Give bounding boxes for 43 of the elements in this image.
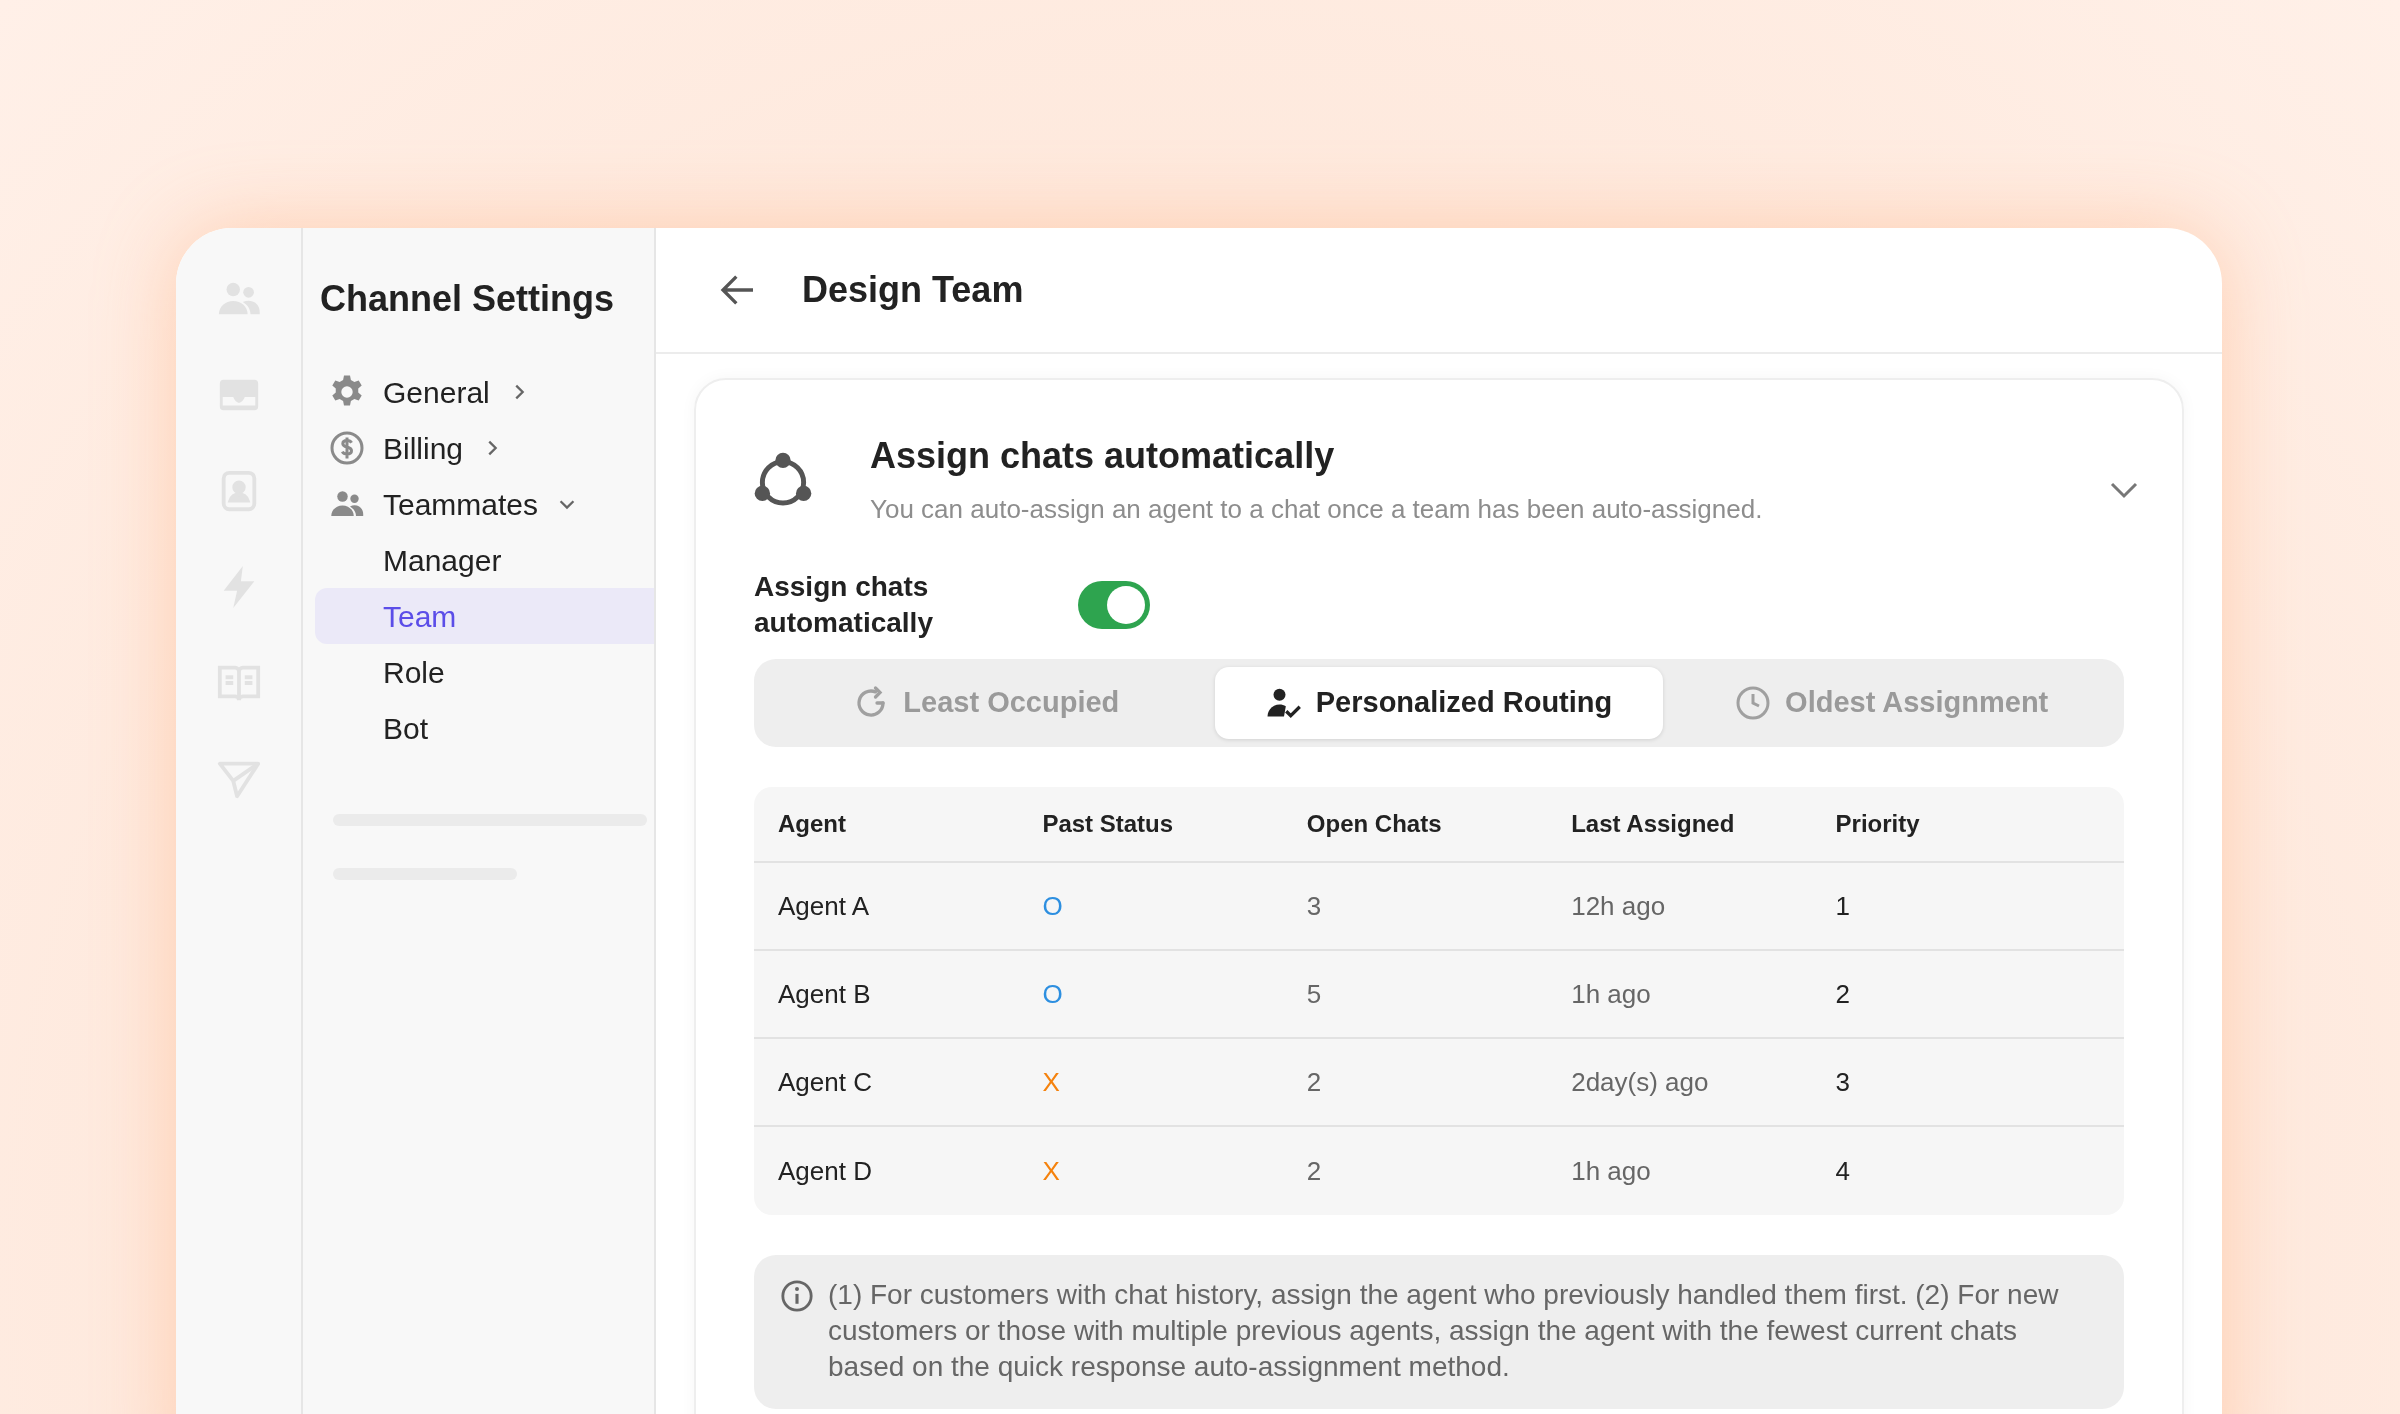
table-cell-text: 2 [1306, 1154, 1323, 1188]
column-header: Priority [1835, 809, 1921, 839]
sidebar-item[interactable]: Role [315, 644, 654, 700]
table-cell-text: 1 [1835, 889, 1852, 923]
table-cell-text: 2day(s) ago [1571, 1065, 1710, 1099]
table-cell-text: 1h ago [1571, 1154, 1652, 1188]
column-header: Past Status [1042, 809, 1175, 839]
sidebar-item[interactable]: Team [315, 588, 654, 644]
table-cell-text: Agent A [778, 889, 871, 923]
table-cell-text: 2 [1835, 977, 1852, 1011]
table-cell-text: Agent B [778, 977, 872, 1011]
card-title: Assign chats automatically [870, 434, 1336, 478]
sidebar-item[interactable]: Bot [315, 700, 654, 756]
clock-icon [1735, 685, 1772, 721]
table-cell-text: 3 [1835, 1065, 1852, 1099]
table-cell-text: Agent C [778, 1065, 873, 1099]
column-header: Last Assigned [1571, 809, 1736, 839]
page-title: Design Team [802, 268, 1024, 312]
status-mark: O [1042, 977, 1064, 1011]
table-cell-text: Agent D [778, 1154, 873, 1188]
table-cell-text: 4 [1835, 1154, 1852, 1188]
table-cell-text: 2 [1306, 1065, 1323, 1099]
table-cell-text: 5 [1306, 977, 1323, 1011]
status-mark: X [1042, 1154, 1061, 1188]
sidebar-item[interactable]: Billing [315, 420, 654, 476]
note-text: (1) For customers with chat history, assign the agent who previously handled them first. (2) For new customers or those with multiple previous agents, assign the agent with the fewest current chats based on the quick response auto-assignment method. [828, 1278, 2060, 1384]
sidebar-item[interactable]: General [315, 364, 654, 420]
toggle-label: Assign chats automatically [754, 570, 934, 640]
table-cell-text: 1h ago [1571, 977, 1652, 1011]
column-header: Agent [778, 809, 847, 839]
status-mark: X [1042, 1065, 1061, 1099]
toggle-switch[interactable] [1078, 581, 1150, 629]
table-cell-text: 3 [1306, 889, 1323, 923]
dollar-icon [329, 430, 365, 466]
card-subtitle: You can auto-assign an agent to a chat once a team has been auto-assigned. [870, 493, 1764, 526]
sidebar-title: Channel Settings [320, 277, 616, 321]
sidebar-item[interactable]: Manager [315, 532, 654, 588]
routing-tab[interactable]: Personalized Routing [1214, 667, 1664, 739]
column-header: Open Chats [1306, 809, 1443, 839]
status-mark: O [1042, 889, 1064, 923]
sidebar-item[interactable]: Teammates [315, 476, 654, 532]
table-cell-text: 12h ago [1571, 889, 1667, 923]
info-icon [780, 1279, 814, 1313]
